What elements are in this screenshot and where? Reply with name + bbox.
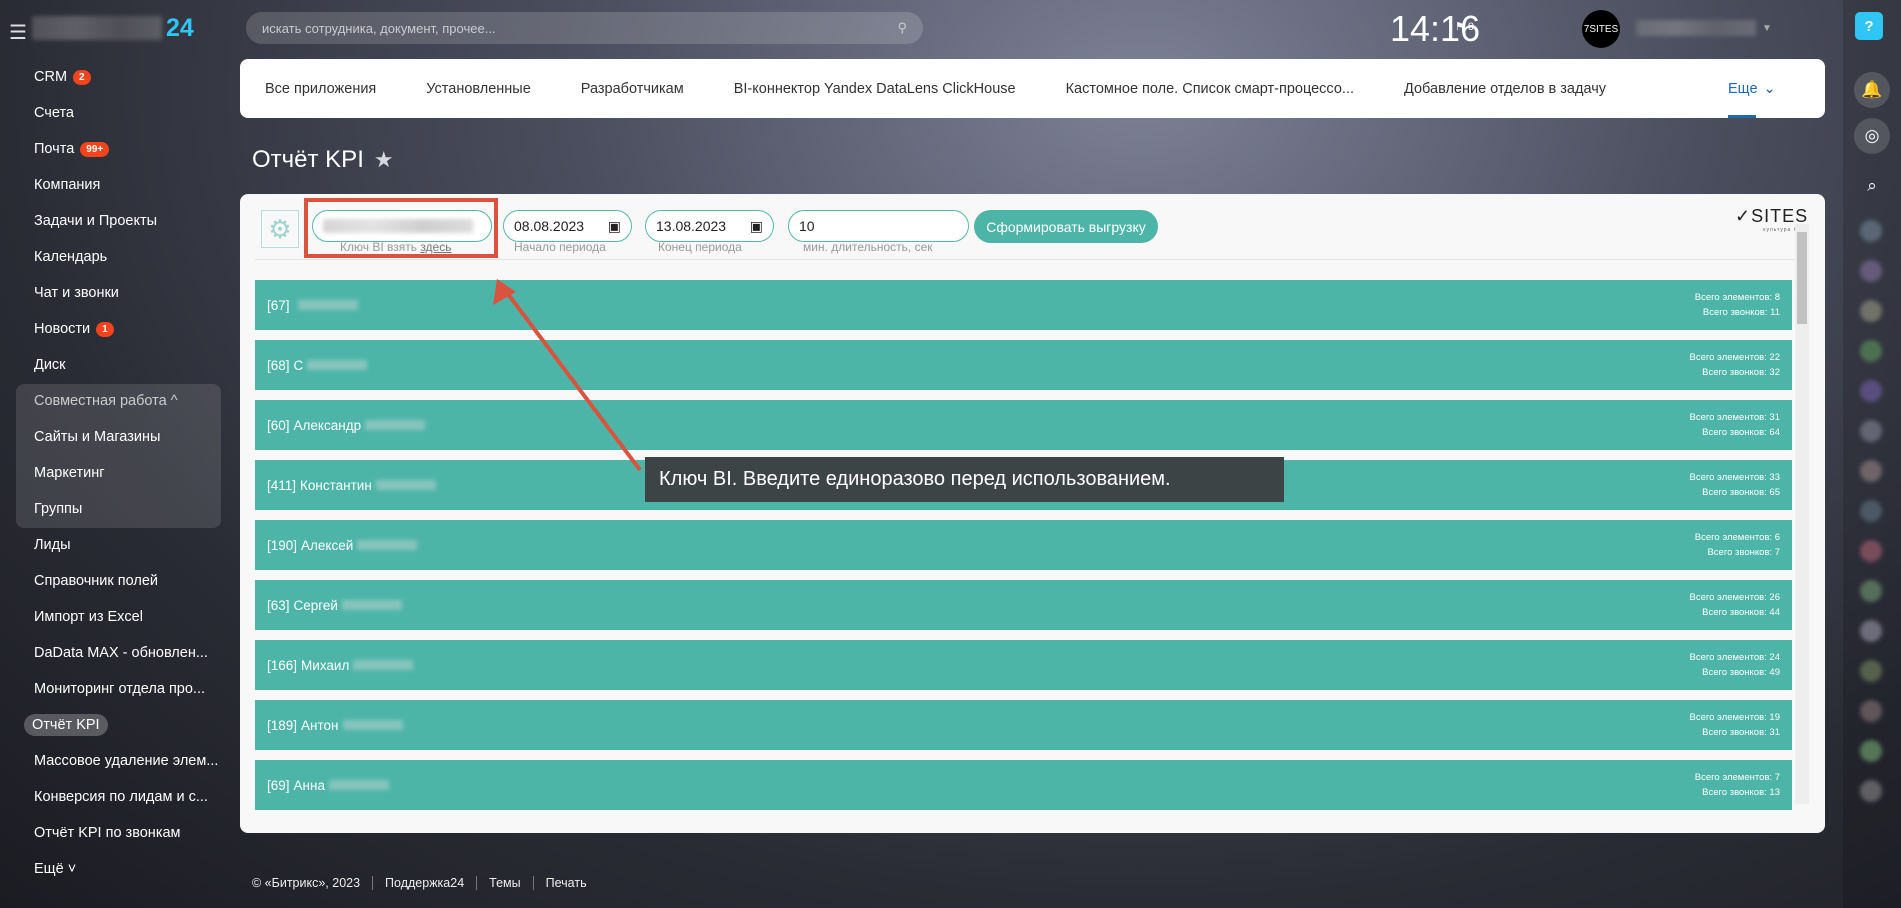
footer: © «Битрикс», 2023 Поддержка24 Темы Печат…: [252, 876, 587, 890]
copyright: © «Битрикс», 2023: [252, 876, 361, 890]
annotation-arrow: [493, 279, 642, 472]
arrow-line: [503, 288, 642, 472]
footer-link-support[interactable]: Поддержка24: [372, 876, 464, 890]
footer-link-print[interactable]: Печать: [532, 876, 587, 890]
footer-link-themes[interactable]: Темы: [476, 876, 521, 890]
tooltip: Ключ BI. Введите единоразово перед испол…: [645, 457, 1284, 502]
